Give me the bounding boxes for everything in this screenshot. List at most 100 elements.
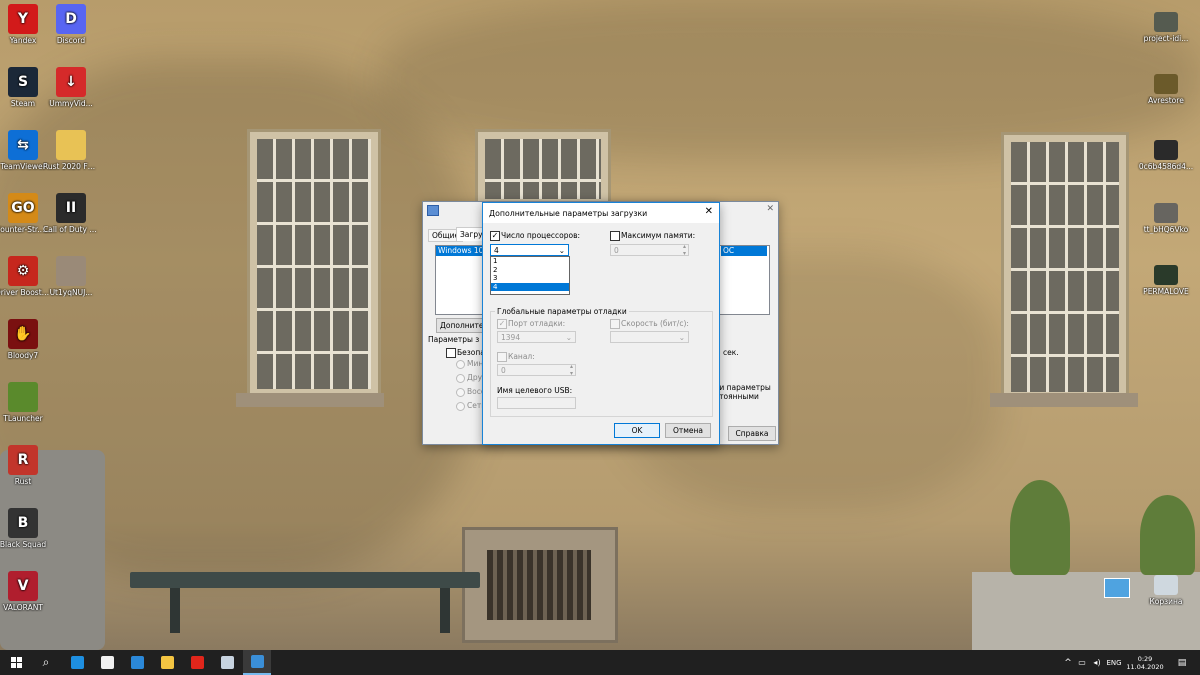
desktop-background: YYandexSSteam⇆TeamViewerGOCounter-Str...…	[0, 0, 1200, 650]
max-memory-checkbox[interactable]	[610, 231, 620, 241]
windows-logo-icon	[10, 657, 22, 668]
safe-boot-checkbox[interactable]	[446, 348, 456, 358]
usb-target-field[interactable]	[497, 397, 576, 409]
search-icon[interactable]: ⌕	[32, 650, 60, 675]
advanced-boot-options-dialog: Дополнительные параметры загрузки ✕ ✓ Чи…	[482, 202, 720, 445]
app-glyph: II	[65, 199, 77, 216]
dropdown-option[interactable]: 2	[491, 266, 569, 275]
permanent-settings-text: стоянными	[715, 392, 759, 401]
app-glyph: R	[17, 451, 29, 468]
file-thumbnail-icon	[1154, 74, 1178, 94]
channel-checkbox[interactable]	[497, 352, 507, 362]
app-icon: V	[8, 571, 38, 601]
safe-boot-radio[interactable]	[456, 388, 465, 397]
system-config-icon	[250, 655, 264, 668]
desktop-icon[interactable]: R Rust	[0, 445, 51, 486]
steam-taskbar-button[interactable]	[213, 650, 241, 675]
app-icon: ✋	[8, 319, 38, 349]
wall-window	[250, 132, 378, 396]
max-memory-label: Максимум памяти:	[621, 231, 696, 240]
desktop-icon[interactable]: V VALORANT	[0, 571, 51, 612]
system-config-taskbar-button[interactable]	[243, 650, 271, 675]
chevron-down-icon: ⌄	[678, 333, 685, 342]
debug-port-select[interactable]: 1394 ⌄	[497, 331, 576, 343]
yandex-taskbar-button[interactable]	[183, 650, 211, 675]
desktop-icon-label: tt_bHQ6Vko	[1143, 225, 1189, 234]
desktop-icon-label: Корзина	[1149, 597, 1183, 606]
desktop-icon-label: TLauncher	[3, 414, 43, 423]
start-button[interactable]	[0, 650, 32, 675]
channel-value: 0	[501, 366, 506, 375]
speed-checkbox[interactable]	[610, 319, 620, 329]
file-thumbnail-icon	[1154, 12, 1178, 32]
num-processors-dropdown[interactable]: 1234	[490, 256, 570, 295]
desktop-icon[interactable]: 0c6b4586d4...	[1136, 140, 1196, 171]
debug-port-checkbox[interactable]: ✓	[497, 319, 507, 329]
clock[interactable]: 0:29 11.04.2020	[1126, 650, 1164, 675]
help-button[interactable]: Справка	[728, 426, 776, 441]
desktop-icon[interactable]: II Call of Duty Black Ops II...	[43, 193, 99, 234]
app-glyph: V	[17, 577, 29, 594]
safe-boot-radio[interactable]	[456, 374, 465, 383]
bench-leg	[170, 588, 180, 633]
cancel-button[interactable]: Отмена	[665, 423, 711, 438]
desktop-icon[interactable]: Rust 2020 FPS Pack	[43, 130, 99, 171]
plant	[1010, 480, 1070, 575]
desktop-icon[interactable]: Ut1yqNUJ...	[43, 256, 99, 297]
desktop-icon[interactable]: tt_bHQ6Vko	[1136, 203, 1196, 234]
desktop-icon[interactable]: B Black Squad	[0, 508, 51, 549]
yandex-icon	[190, 656, 204, 669]
store-taskbar-button[interactable]	[93, 650, 121, 675]
max-memory-value: 0	[614, 246, 619, 255]
explorer-taskbar-button[interactable]	[153, 650, 181, 675]
app-glyph: ✋	[14, 325, 32, 342]
edge-taskbar-button[interactable]	[63, 650, 91, 675]
chevron-down-icon: ⌄	[565, 333, 572, 342]
channel-field[interactable]: 0 ▴ ▾	[497, 363, 576, 377]
close-icon[interactable]: ✕	[766, 204, 774, 214]
desktop-icon-label: Ut1yqNUJ...	[49, 288, 93, 297]
channel-label: Канал:	[508, 352, 535, 361]
desktop-icon[interactable]: ✋ Bloody7	[0, 319, 51, 360]
num-processors-checkbox[interactable]: ✓	[490, 231, 500, 241]
boot-options-group-label: Параметры з	[428, 335, 480, 344]
num-processors-select[interactable]: 4 ⌄	[490, 244, 569, 256]
tray-chevron-icon[interactable]: ^	[1062, 650, 1074, 675]
close-icon[interactable]: ✕	[705, 206, 713, 217]
control-panel-icon[interactable]	[1104, 578, 1130, 598]
app-icon: ⇆	[8, 130, 38, 160]
network-icon[interactable]: ▭	[1076, 650, 1088, 675]
safe-boot-radio[interactable]	[456, 402, 465, 411]
store-icon	[100, 656, 114, 669]
dropdown-option[interactable]: 1	[491, 257, 569, 266]
language-indicator[interactable]: ENG	[1106, 650, 1122, 675]
desktop-icon-label: Bloody7	[7, 351, 39, 360]
spinner-icon[interactable]: ▴ ▾	[683, 243, 686, 257]
desktop-icon[interactable]: project-idi...	[1136, 12, 1196, 43]
desktop-icon[interactable]: D Discord	[43, 4, 99, 45]
ok-button[interactable]: OK	[614, 423, 660, 438]
notifications-icon[interactable]: ▤	[1172, 650, 1192, 675]
desktop-icon[interactable]: TLauncher	[0, 382, 51, 423]
app-glyph: ⚙	[16, 262, 30, 279]
dropdown-option[interactable]: 3	[491, 274, 569, 283]
volume-icon[interactable]: ◂)	[1091, 650, 1103, 675]
safe-boot-radio[interactable]	[456, 360, 465, 369]
desktop-icon-label: project-idi...	[1143, 34, 1189, 43]
debug-port-value: 1394	[501, 333, 521, 342]
desktop-icon[interactable]: ↓ UmmyVid...	[43, 67, 99, 108]
num-processors-value: 4	[494, 246, 499, 255]
app-icon	[56, 130, 86, 160]
dropdown-option[interactable]: 4	[491, 282, 569, 291]
mail-taskbar-button[interactable]	[123, 650, 151, 675]
desktop-icon[interactable]: Avrestore	[1136, 74, 1196, 105]
recycle-bin-icon[interactable]: Корзина	[1136, 575, 1196, 606]
desktop-icon[interactable]: PERMALOVE	[1136, 265, 1196, 296]
file-thumbnail-icon	[1154, 265, 1178, 285]
max-memory-field[interactable]: 0 ▴ ▾	[610, 243, 689, 257]
spinner-icon[interactable]: ▴ ▾	[570, 363, 573, 377]
window-sill	[236, 393, 384, 407]
speed-select[interactable]: ⌄	[610, 331, 689, 343]
window-sill	[990, 393, 1138, 407]
file-thumbnail-icon	[1154, 203, 1178, 223]
